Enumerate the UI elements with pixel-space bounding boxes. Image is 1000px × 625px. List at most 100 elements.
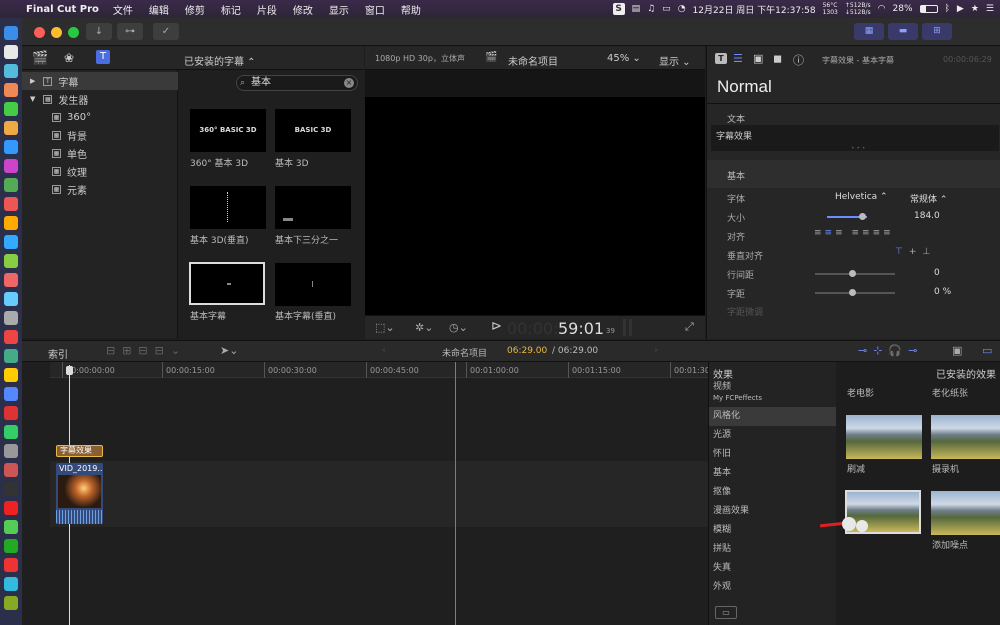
title-inspector-tab[interactable]: T	[715, 53, 727, 64]
effects-category-basics[interactable]: 基本	[709, 464, 837, 483]
video-clip[interactable]: VID_2019...	[56, 463, 103, 524]
dock-app-icon[interactable]	[4, 406, 18, 420]
dock-app-icon[interactable]	[4, 273, 18, 287]
line-spacing-value[interactable]: 0	[934, 268, 940, 278]
dock-app-icon[interactable]	[4, 482, 18, 496]
dock-app-icon[interactable]	[4, 463, 18, 477]
sidebar-item-elements[interactable]: ▦ 元素	[22, 180, 178, 198]
title-thumb-basic-3d[interactable]: BASIC 3D	[275, 109, 351, 152]
menu-window[interactable]: 窗口	[365, 2, 385, 17]
browser-toggle-button[interactable]: ▦	[854, 23, 884, 40]
playhead-handle[interactable]	[66, 366, 73, 375]
dock-app-icon[interactable]	[4, 254, 18, 268]
display-dropdown[interactable]: 显示 ⌄	[659, 53, 691, 68]
installed-titles-dropdown[interactable]: 已安装的字幕 ⌃	[184, 53, 256, 68]
size-value[interactable]: 184.0	[914, 211, 940, 221]
dock-app-icon[interactable]	[4, 159, 18, 173]
effects-category-blur[interactable]: 模糊	[709, 521, 837, 540]
dock-app-icon[interactable]	[4, 596, 18, 610]
dock-app-icon[interactable]	[4, 140, 18, 154]
timeline-toggle-button[interactable]: ▬	[888, 23, 918, 40]
bluetooth-icon[interactable]: ᛒ	[945, 4, 950, 14]
dock-app-icon[interactable]	[4, 330, 18, 344]
sidebar-item-backgrounds[interactable]: ▦ 背景	[22, 126, 178, 144]
import-button[interactable]: ↓	[86, 23, 112, 40]
effects-browser-icon[interactable]: ▭	[982, 344, 992, 357]
effects-category-keying[interactable]: 抠像	[709, 483, 837, 502]
battery-percent[interactable]: 28%	[893, 4, 913, 14]
title-thumb-basic-title[interactable]	[189, 262, 265, 305]
text-inspector-tab[interactable]: ☰	[733, 52, 743, 65]
font-style-dropdown[interactable]: 常规体 ⌃	[910, 192, 947, 205]
forward-arrow-icon[interactable]: ›	[654, 345, 658, 356]
dock-app-icon[interactable]	[4, 520, 18, 534]
sidebar-item-textures[interactable]: ▦ 纹理	[22, 162, 178, 180]
timeline-view-buttons[interactable]: ⊸⊹🎧⊸	[858, 344, 923, 357]
effect-thumb-1[interactable]	[846, 415, 922, 459]
menu-list-icon[interactable]: ☰	[986, 4, 994, 14]
sidebar-item-360[interactable]: ▦ 360°	[22, 108, 178, 126]
audio-inspector-tab[interactable]: ◼	[773, 52, 782, 65]
playhead-line[interactable]	[455, 362, 456, 625]
search-input[interactable]: ⌕ 基本 ×	[236, 75, 358, 91]
close-window-button[interactable]	[34, 27, 45, 38]
dock-app-icon[interactable]	[4, 197, 18, 211]
photos-icon[interactable]: ❀	[64, 51, 74, 65]
minimize-window-button[interactable]	[51, 27, 62, 38]
menu-edit[interactable]: 编辑	[149, 2, 169, 17]
dock-app-icon[interactable]	[4, 425, 18, 439]
dock-app-icon[interactable]	[4, 292, 18, 306]
timeline-ruler[interactable]: 00:00:00:00 00:00:15:00 00:00:30:00 00:0…	[50, 362, 710, 378]
dock-app-icon[interactable]	[4, 501, 18, 515]
text-field[interactable]: 字幕效果 • • •	[711, 125, 999, 152]
enhance-icon[interactable]: ✲⌄	[415, 321, 433, 334]
video-inspector-tab[interactable]: ▣	[753, 52, 763, 65]
dock-app-icon[interactable]	[4, 216, 18, 230]
net-stats[interactable]: ↑512B/s ↓512B/s	[845, 2, 871, 16]
dock-app-icon[interactable]	[4, 83, 18, 97]
size-slider-knob[interactable]	[859, 213, 866, 220]
dock-app-icon[interactable]	[4, 577, 18, 591]
clip-appearance-icon[interactable]: ▣	[952, 344, 962, 357]
app-name-menu[interactable]: Final Cut Pro	[26, 4, 99, 15]
dock-app-icon[interactable]	[4, 26, 18, 40]
vertical-align-buttons[interactable]: ⊤+⊥	[895, 247, 936, 257]
dock-app-icon[interactable]	[4, 121, 18, 135]
speed-icon[interactable]: ◷⌄	[449, 321, 468, 334]
play-button[interactable]: ⊳	[491, 319, 502, 334]
effects-category-comic[interactable]: 漫画效果	[709, 502, 837, 521]
titles-icon[interactable]: T	[96, 50, 110, 64]
menu-mark[interactable]: 标记	[221, 2, 241, 17]
background-tasks-button[interactable]: ✓	[153, 23, 179, 40]
effect-thumb-2[interactable]	[931, 415, 1000, 459]
size-slider[interactable]	[827, 213, 867, 220]
menu-help[interactable]: 帮助	[401, 2, 421, 17]
s-icon[interactable]: S	[612, 3, 625, 15]
back-arrow-icon[interactable]: ‹	[382, 345, 386, 356]
play-icon[interactable]: ▶	[957, 4, 964, 14]
alignment-buttons[interactable]: ≡≡≡ ≡≡≡≡	[814, 228, 894, 238]
effect-thumb-6[interactable]	[931, 491, 1000, 535]
dock-app-icon[interactable]	[4, 444, 18, 458]
sidebar-toggle-icon[interactable]: ▭	[715, 606, 737, 619]
clock-icon[interactable]: ◔	[678, 4, 686, 14]
line-spacing-slider[interactable]	[815, 270, 895, 277]
font-dropdown[interactable]: Helvetica ⌃	[835, 192, 888, 202]
edit-buttons[interactable]: ⊟⊞⊟⊟⌄	[106, 344, 187, 357]
inspector-toggle-button[interactable]: ⊞	[922, 23, 952, 40]
dock-app-icon[interactable]	[4, 45, 18, 59]
cpu-stats[interactable]: 56°C 1303	[823, 2, 838, 16]
dock-app-icon[interactable]	[4, 311, 18, 325]
sidebar-item-titles[interactable]: ▶ T 字幕	[22, 72, 178, 90]
clear-search-icon[interactable]: ×	[344, 78, 354, 88]
dock-app-icon[interactable]	[4, 368, 18, 382]
text-style-title[interactable]: Normal	[717, 77, 772, 97]
line-spacing-knob[interactable]	[849, 270, 856, 277]
menu-modify[interactable]: 修改	[293, 2, 313, 17]
effects-category-looks[interactable]: 外观	[709, 578, 837, 597]
tracking-slider[interactable]	[815, 289, 895, 296]
effects-category-light[interactable]: 光源	[709, 426, 837, 445]
wifi-icon[interactable]: ◠	[878, 4, 886, 14]
index-button[interactable]: 索引	[48, 346, 68, 361]
sidebar-item-generators[interactable]: ▼ ▦ 发生器	[22, 90, 178, 108]
